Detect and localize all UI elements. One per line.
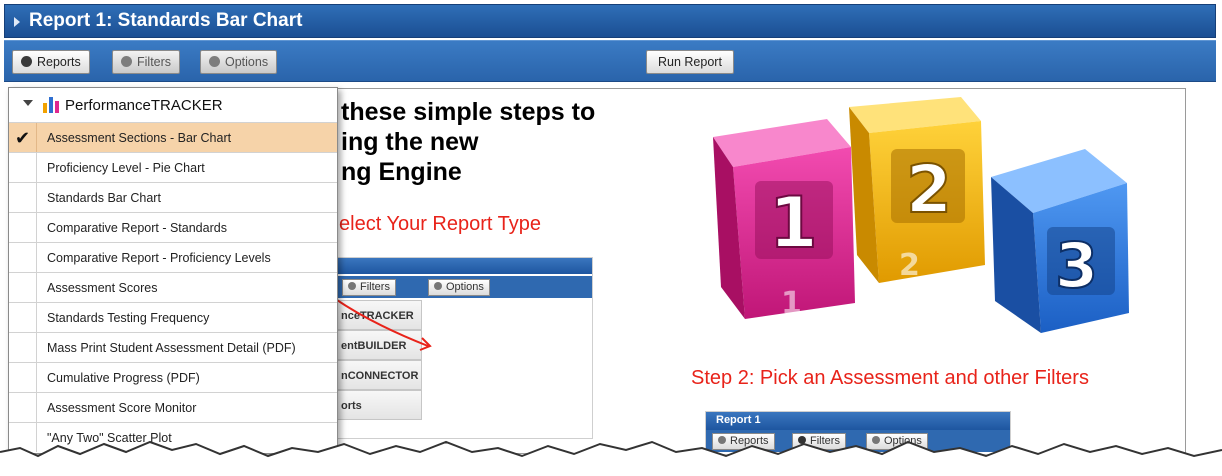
cube-2-label: 2 [906, 151, 952, 228]
step-2-label: Step 2: Pick an Assessment and other Fil… [691, 367, 1089, 389]
report-type-label: Assessment Sections - Bar Chart [47, 131, 232, 145]
options-icon [209, 56, 220, 67]
item-check-gutter [9, 183, 37, 212]
mini-filters-icon [348, 282, 356, 290]
title-bar: Report 1: Standards Bar Chart [4, 4, 1216, 38]
pointer-arrow [333, 298, 432, 351]
mini-menu-item: orts [332, 390, 422, 420]
cube-1-side-label: 1 [781, 286, 802, 321]
item-check-gutter [9, 243, 37, 272]
torn-edge-decoration [0, 440, 1222, 476]
report-type-item[interactable]: Proficiency Level - Pie Chart [9, 152, 337, 182]
cube-2-side-label: 2 [899, 248, 920, 283]
mini-report-title: Report 1 [706, 412, 1010, 430]
report-type-label: Mass Print Student Assessment Detail (PD… [47, 341, 296, 355]
filters-button[interactable]: Filters [112, 50, 181, 74]
report-type-label: Assessment Scores [47, 281, 158, 295]
item-check-gutter [9, 363, 37, 392]
options-button[interactable]: Options [200, 50, 278, 74]
mini-options-icon [434, 282, 442, 290]
toolbar: Reports Filters Options Run Report [4, 40, 1216, 82]
heading-line-2: ing the new [341, 128, 479, 156]
mini-filters-button: Filters [342, 279, 396, 296]
cube-3-label: 3 [1055, 229, 1098, 302]
cube-1-label: 1 [769, 182, 818, 264]
report-type-item[interactable]: Assessment Scores [9, 272, 337, 302]
item-check-gutter [9, 153, 37, 182]
report-type-item[interactable]: Assessment Score Monitor [9, 392, 337, 422]
report-type-item[interactable]: Standards Testing Frequency [9, 302, 337, 332]
item-check-gutter [9, 213, 37, 242]
report-window: Report 1: Standards Bar Chart Reports Fi… [0, 0, 1222, 476]
mini-options-button: Options [428, 279, 490, 296]
report-type-label: Comparative Report - Standards [47, 221, 227, 235]
report-type-label: Assessment Score Monitor [47, 401, 197, 415]
item-check-gutter [9, 333, 37, 362]
report-type-item[interactable]: Comparative Report - Standards [9, 212, 337, 242]
mini-title-bar [332, 258, 592, 274]
heading-line-1: these simple steps to [341, 98, 596, 126]
reports-button-label: Reports [37, 55, 81, 69]
yellow-cube-2: 2 2 [849, 97, 985, 283]
expand-caret-icon[interactable] [23, 100, 33, 106]
performancetracker-logo-icon [43, 95, 61, 113]
heading-line-3: ng Engine [341, 158, 462, 186]
collapse-arrow-icon[interactable] [14, 17, 20, 27]
report-type-item[interactable]: Standards Bar Chart [9, 182, 337, 212]
report-type-label: Cumulative Progress (PDF) [47, 371, 200, 385]
step-1-screenshot: Filters Options nceTRACKER entBUILDER nC… [331, 257, 593, 439]
item-check-gutter [9, 393, 37, 422]
instructions-panel: these simple steps to ing the new ng Eng… [330, 88, 1186, 455]
report-type-item[interactable]: Cumulative Progress (PDF) [9, 362, 337, 392]
mini-toolbar: Filters Options [332, 276, 592, 298]
window-title: Report 1: Standards Bar Chart [29, 10, 303, 31]
mini-options-label: Options [446, 281, 484, 293]
report-type-label: Standards Bar Chart [47, 191, 161, 205]
item-check-gutter [9, 303, 37, 332]
filters-icon [121, 56, 132, 67]
checkmark-icon: ✔ [15, 128, 31, 148]
options-button-label: Options [225, 55, 269, 69]
reports-icon [21, 56, 32, 67]
mini-filters-label: Filters [360, 281, 390, 293]
numbered-blocks-illustration: 2 2 1 1 3 [713, 97, 1129, 333]
reports-dropdown-menu: PerformanceTRACKER ✔ Assessment Sections … [8, 87, 338, 454]
report-type-label: Comparative Report - Proficiency Levels [47, 251, 271, 265]
blue-cube-3: 3 [991, 149, 1129, 333]
reports-button[interactable]: Reports [12, 50, 90, 74]
performancetracker-group-header[interactable]: PerformanceTRACKER [9, 88, 337, 122]
pink-cube-1: 1 1 [713, 119, 855, 321]
item-check-gutter [9, 273, 37, 302]
report-type-item[interactable]: Mass Print Student Assessment Detail (PD… [9, 332, 337, 362]
report-type-label: Proficiency Level - Pie Chart [47, 161, 205, 175]
report-type-item[interactable]: Comparative Report - Proficiency Levels [9, 242, 337, 272]
group-label: PerformanceTRACKER [65, 97, 223, 114]
report-type-item[interactable]: ✔ Assessment Sections - Bar Chart [9, 122, 337, 152]
step-1-label: elect Your Report Type [339, 213, 541, 235]
run-report-button[interactable]: Run Report [646, 50, 734, 74]
report-type-list: ✔ Assessment Sections - Bar Chart Proficie… [9, 122, 337, 452]
report-type-label: Standards Testing Frequency [47, 311, 210, 325]
filters-button-label: Filters [137, 55, 172, 69]
